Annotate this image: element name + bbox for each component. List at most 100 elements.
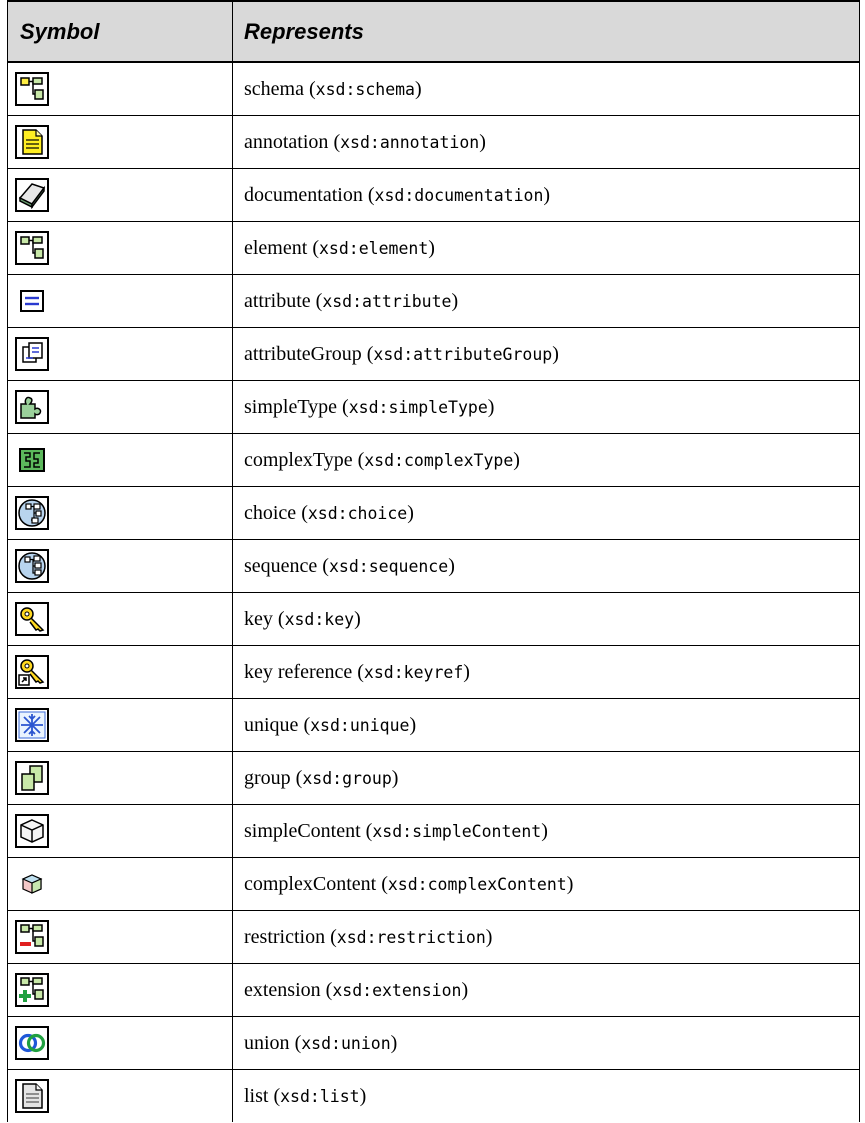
construct-name: annotation	[244, 130, 329, 153]
represents-cell: element (xsd:element)	[232, 221, 860, 275]
attribute-group-icon	[15, 337, 49, 371]
table-row: attribute (xsd:attribute)	[7, 274, 860, 328]
symbol-cell	[7, 857, 233, 911]
construct-name: key reference	[244, 660, 353, 683]
xsd-element-code: xsd:keyref	[363, 662, 464, 682]
represents-cell: extension (xsd:extension)	[232, 963, 860, 1017]
construct-name: schema	[244, 77, 304, 100]
construct-name: key	[244, 607, 273, 630]
xsd-element-code: xsd:annotation	[340, 132, 480, 152]
element-icon	[15, 231, 49, 265]
represents-cell: documentation (xsd:documentation)	[232, 168, 860, 222]
table-row: annotation (xsd:annotation)	[7, 115, 860, 169]
xsd-element-code: xsd:attribute	[322, 291, 452, 311]
key-icon	[15, 602, 49, 636]
xsd-element-code: xsd:group	[302, 768, 392, 788]
union-icon	[15, 1026, 49, 1060]
complex-content-icon	[15, 867, 49, 901]
restriction-icon	[15, 920, 49, 954]
represents-cell: key (xsd:key)	[232, 592, 860, 646]
represents-cell: attributeGroup (xsd:attributeGroup)	[232, 327, 860, 381]
xsd-element-code: xsd:simpleContent	[372, 821, 542, 841]
construct-name: extension	[244, 978, 321, 1001]
complex-type-icon	[15, 443, 49, 477]
table-row: sequence (xsd:sequence)	[7, 539, 860, 593]
xsd-element-code: xsd:unique	[310, 715, 410, 735]
symbol-cell	[7, 115, 233, 169]
table-row: documentation (xsd:documentation)	[7, 168, 860, 222]
represents-column-header: Represents	[232, 0, 860, 63]
represents-cell: complexType (xsd:complexType)	[232, 433, 860, 487]
symbol-cell	[7, 221, 233, 275]
symbol-cell	[7, 327, 233, 381]
construct-name: element	[244, 236, 308, 259]
xsd-element-code: xsd:extension	[332, 980, 462, 1000]
construct-name: choice	[244, 501, 297, 524]
represents-cell: union (xsd:union)	[232, 1016, 860, 1070]
symbol-cell	[7, 486, 233, 540]
list-icon	[15, 1079, 49, 1113]
construct-name: restriction	[244, 925, 326, 948]
table-row: extension (xsd:extension)	[7, 963, 860, 1017]
represents-cell: sequence (xsd:sequence)	[232, 539, 860, 593]
attribute-icon	[15, 284, 49, 318]
xsd-element-code: xsd:key	[284, 609, 355, 629]
represents-cell: choice (xsd:choice)	[232, 486, 860, 540]
xsd-element-code: xsd:choice	[307, 503, 408, 523]
table-row: attributeGroup (xsd:attributeGroup)	[7, 327, 860, 381]
table-row: list (xsd:list)	[7, 1069, 860, 1122]
construct-name: documentation	[244, 183, 363, 206]
table-row: element (xsd:element)	[7, 221, 860, 275]
symbol-column-header: Symbol	[7, 0, 233, 63]
xsd-element-code: xsd:schema	[315, 79, 415, 99]
xsd-element-code: xsd:documentation	[374, 185, 544, 205]
symbol-cell	[7, 645, 233, 699]
construct-name: union	[244, 1031, 290, 1054]
represents-cell: group (xsd:group)	[232, 751, 860, 805]
xsd-element-code: xsd:complexType	[364, 450, 514, 470]
table-row: unique (xsd:unique)	[7, 698, 860, 752]
symbol-cell	[7, 380, 233, 434]
construct-name: simpleContent	[244, 819, 361, 842]
simple-content-icon	[15, 814, 49, 848]
symbol-cell	[7, 1016, 233, 1070]
represents-cell: unique (xsd:unique)	[232, 698, 860, 752]
table-row: choice (xsd:choice)	[7, 486, 860, 540]
unique-icon	[15, 708, 49, 742]
table-row: complexContent (xsd:complexContent)	[7, 857, 860, 911]
symbol-cell	[7, 274, 233, 328]
annotation-icon	[15, 125, 49, 159]
represents-cell: simpleContent (xsd:simpleContent)	[232, 804, 860, 858]
xsd-element-code: xsd:sequence	[328, 556, 449, 576]
table-row: group (xsd:group)	[7, 751, 860, 805]
xsd-element-code: xsd:complexContent	[387, 874, 567, 894]
extension-icon	[15, 973, 49, 1007]
construct-name: attribute	[244, 289, 311, 312]
symbol-cell	[7, 751, 233, 805]
represents-cell: simpleType (xsd:simpleType)	[232, 380, 860, 434]
symbol-cell	[7, 698, 233, 752]
represents-cell: complexContent (xsd:complexContent)	[232, 857, 860, 911]
key-reference-icon	[15, 655, 49, 689]
schema-icon	[15, 72, 49, 106]
represents-cell: key reference (xsd:keyref)	[232, 645, 860, 699]
construct-name: complexType	[244, 448, 353, 471]
table-row: simpleContent (xsd:simpleContent)	[7, 804, 860, 858]
xsd-element-code: xsd:union	[301, 1033, 391, 1053]
header-row: Symbol Represents	[7, 0, 860, 63]
table-row: schema (xsd:schema)	[7, 61, 860, 116]
xsd-element-code: xsd:element	[318, 238, 429, 258]
symbol-cell	[7, 61, 233, 116]
represents-cell: schema (xsd:schema)	[232, 61, 860, 116]
construct-name: group	[244, 766, 291, 789]
construct-name: attributeGroup	[244, 342, 362, 365]
symbol-table: Symbol Represents schema (xsd:schema) an…	[7, 0, 860, 1122]
symbol-cell	[7, 1069, 233, 1122]
xsd-element-code: xsd:simpleType	[348, 397, 488, 417]
construct-name: simpleType	[244, 395, 338, 418]
simple-type-icon	[15, 390, 49, 424]
table-row: restriction (xsd:restriction)	[7, 910, 860, 964]
documentation-icon	[15, 178, 49, 212]
symbol-cell	[7, 963, 233, 1017]
symbol-cell	[7, 539, 233, 593]
